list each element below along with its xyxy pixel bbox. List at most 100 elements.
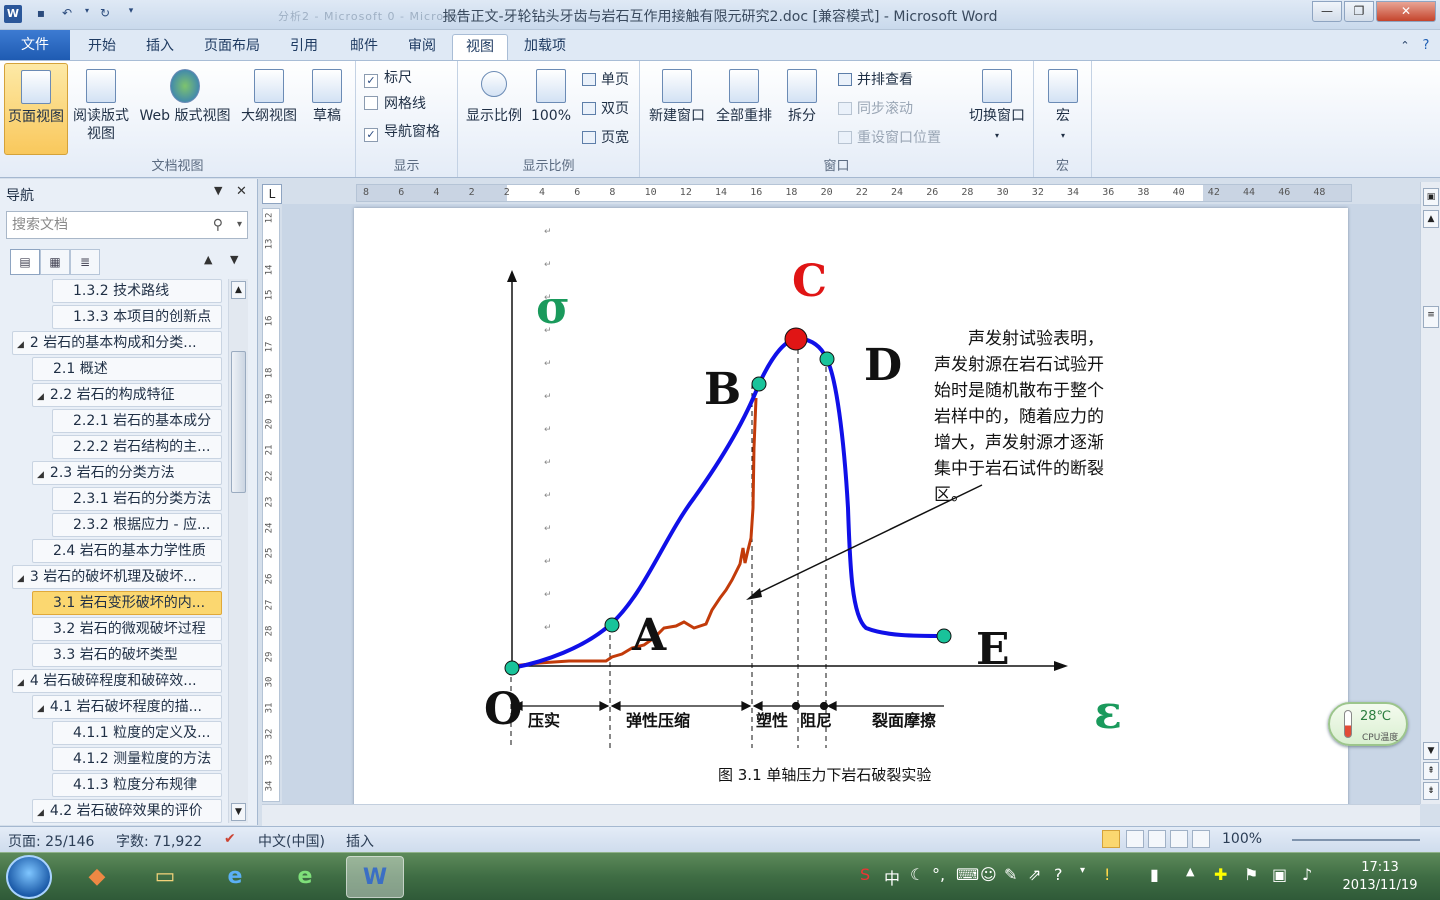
horizontal-ruler[interactable]: 8 6 4 2 2 4 6 8 10 12 14 16 18 20 22 24 26 28 30 32 34 36 38 40… bbox=[262, 182, 1422, 204]
proofing-icon[interactable]: ✔ bbox=[224, 831, 236, 847]
expand-triangle-icon[interactable]: ◢ bbox=[17, 678, 24, 688]
document-area[interactable]: ↵ ↵ ↵ ↵ ↵ ↵ ↵ ↵ ↵ ↵ ↵ ↵ ↵ σ ε O A B C D … bbox=[282, 204, 1420, 804]
tab-insert[interactable]: 插入 bbox=[134, 34, 186, 60]
two-pages-button[interactable]: 双页 bbox=[582, 98, 629, 118]
help-icon[interactable]: ? bbox=[1416, 34, 1436, 60]
word-count[interactable]: 字数: 71,922 bbox=[116, 831, 202, 851]
document-scroll-thumb[interactable]: ≡ bbox=[1423, 306, 1439, 328]
network-icon[interactable]: ▣ bbox=[1272, 865, 1287, 884]
zoom-slider[interactable] bbox=[1292, 839, 1420, 841]
headings-tab-icon[interactable]: ▤ bbox=[10, 249, 40, 275]
expand-triangle-icon[interactable]: ◢ bbox=[37, 808, 44, 818]
document-horizontal-scrollbar[interactable] bbox=[262, 804, 1420, 826]
share-icon[interactable]: ⇗ bbox=[1028, 865, 1041, 884]
nav-heading-item[interactable]: ◢ 2.2 岩石的构成特征 bbox=[32, 383, 222, 407]
pages-tab-icon[interactable]: ▦ bbox=[40, 249, 70, 275]
user-icon[interactable]: ☺ bbox=[980, 865, 997, 884]
nav-scroll-down-icon[interactable]: ▼ bbox=[231, 803, 246, 821]
expand-triangle-icon[interactable]: ◢ bbox=[37, 470, 44, 480]
keyboard-icon[interactable]: ⌨ bbox=[956, 865, 979, 884]
show-hidden-icons[interactable]: ▲ bbox=[1186, 865, 1194, 878]
internet-explorer-icon[interactable]: e bbox=[206, 856, 264, 898]
taskbar-app-icon-1[interactable]: ◆ bbox=[68, 856, 126, 898]
nav-heading-item[interactable]: ◢ 2 岩石的基本构成和分类... bbox=[12, 331, 222, 355]
insert-mode[interactable]: 插入 bbox=[346, 831, 374, 851]
nav-heading-item[interactable]: 2.1 概述 bbox=[32, 357, 222, 381]
nav-heading-item[interactable]: 4.1.3 粒度分布规律 bbox=[52, 773, 222, 797]
close-button[interactable]: ✕ bbox=[1376, 1, 1436, 22]
minimize-ribbon-icon[interactable]: ⌃ bbox=[1396, 34, 1414, 60]
tools-icon[interactable]: ✎ bbox=[1004, 865, 1017, 884]
draft-button[interactable]: 草稿 bbox=[304, 63, 350, 155]
nav-heading-item[interactable]: 1.3.3 本项目的创新点 bbox=[52, 305, 222, 329]
expand-triangle-icon[interactable]: ◢ bbox=[17, 574, 24, 584]
view-side-by-side-button[interactable]: 并排查看 bbox=[838, 69, 913, 89]
one-page-button[interactable]: 单页 bbox=[582, 69, 629, 89]
nav-heading-item[interactable]: ◢ 4 岩石破碎程度和破碎效... bbox=[12, 669, 222, 693]
view-ruler-icon[interactable]: ▣ bbox=[1423, 188, 1439, 206]
scroll-down-icon[interactable]: ▼ bbox=[1423, 742, 1439, 760]
ime-punct-icon[interactable]: °, bbox=[932, 865, 945, 884]
tab-file[interactable]: 文件 bbox=[0, 30, 70, 60]
nav-heading-item[interactable]: 1.3.2 技术路线 bbox=[52, 279, 222, 303]
document-vertical-scrollbar[interactable]: ▣ ▲ ≡ ▼ ⇞ ⇟ bbox=[1420, 182, 1440, 804]
outline-button[interactable]: 大纲视图 bbox=[236, 63, 302, 155]
ime-chinese-icon[interactable]: 中 bbox=[884, 865, 900, 889]
language-indicator[interactable]: 中文(中国) bbox=[258, 831, 325, 851]
nav-heading-item[interactable]: ◢ 3 岩石的破坏机理及破坏... bbox=[12, 565, 222, 589]
tab-review[interactable]: 审阅 bbox=[396, 34, 448, 60]
clock[interactable]: 17:13 2013/11/19 bbox=[1330, 859, 1430, 895]
warning-icon[interactable]: ! bbox=[1104, 865, 1110, 884]
tray-menu-icon[interactable]: ▾ bbox=[1080, 865, 1085, 876]
file-explorer-icon[interactable]: ▭ bbox=[136, 856, 194, 898]
nav-heading-item[interactable]: 2.4 岩石的基本力学性质 bbox=[32, 539, 222, 563]
tab-selector[interactable]: L bbox=[262, 184, 282, 204]
search-document-input[interactable]: 搜索文档 ⚲ ▾ bbox=[6, 211, 248, 239]
nav-pane-options-icon[interactable]: ▼ bbox=[214, 184, 222, 197]
zoom-button[interactable]: 显示比例 bbox=[462, 63, 526, 155]
reading-view-icon[interactable] bbox=[1126, 830, 1144, 848]
usb-icon[interactable]: ▮ bbox=[1150, 865, 1159, 884]
nav-heading-item[interactable]: 3.3 岩石的破坏类型 bbox=[32, 643, 222, 667]
next-page-icon[interactable]: ⇟ bbox=[1423, 782, 1439, 800]
nav-scrollbar[interactable]: ▲ ▼ bbox=[228, 279, 248, 823]
minimize-button[interactable]: — bbox=[1312, 1, 1342, 22]
search-dropdown-icon[interactable]: ▾ bbox=[237, 212, 242, 238]
outline-view-icon[interactable] bbox=[1170, 830, 1188, 848]
tab-home[interactable]: 开始 bbox=[76, 34, 128, 60]
add-icon[interactable]: ✚ bbox=[1214, 865, 1227, 884]
nav-heading-item[interactable]: ◢ 2.3 岩石的分类方法 bbox=[32, 461, 222, 485]
nav-scroll-thumb[interactable] bbox=[231, 351, 246, 493]
nav-heading-item[interactable]: 4.1.2 测量粒度的方法 bbox=[52, 747, 222, 771]
action-center-flag-icon[interactable]: ⚑ bbox=[1244, 865, 1258, 884]
expand-triangle-icon[interactable]: ◢ bbox=[37, 392, 44, 402]
nav-heading-item[interactable]: ◢ 4.2 岩石破碎效果的评价 bbox=[32, 799, 222, 823]
draft-view-icon[interactable] bbox=[1192, 830, 1210, 848]
ime-moon-icon[interactable]: ☾ bbox=[910, 865, 924, 884]
switch-windows-button[interactable]: 切换窗口 ▾ bbox=[964, 63, 1030, 155]
sync-scroll-button[interactable]: 同步滚动 bbox=[838, 98, 913, 118]
nav-heading-item[interactable]: 2.2.2 岩石结构的主... bbox=[52, 435, 222, 459]
macros-button[interactable]: 宏 ▾ bbox=[1040, 63, 1086, 155]
scroll-up-icon[interactable]: ▲ bbox=[1423, 210, 1439, 228]
nav-pane-checkbox[interactable]: ✓ 导航窗格 bbox=[364, 121, 440, 142]
full-screen-reading-button[interactable]: 阅读版式 视图 bbox=[70, 63, 132, 155]
nav-heading-item[interactable]: 2.3.1 岩石的分类方法 bbox=[52, 487, 222, 511]
zoom-100-button[interactable]: 100% bbox=[528, 63, 574, 155]
document-page[interactable]: ↵ ↵ ↵ ↵ ↵ ↵ ↵ ↵ ↵ ↵ ↵ ↵ ↵ σ ε O A B C D … bbox=[354, 208, 1348, 804]
expand-triangle-icon[interactable]: ◢ bbox=[17, 340, 24, 350]
tab-references[interactable]: 引用 bbox=[278, 34, 330, 60]
nav-heading-item[interactable]: 2.2.1 岩石的基本成分 bbox=[52, 409, 222, 433]
browser-icon[interactable]: e bbox=[276, 856, 334, 898]
new-window-button[interactable]: 新建窗口 bbox=[644, 63, 710, 155]
results-tab-icon[interactable]: ≣ bbox=[70, 249, 100, 275]
page-width-button[interactable]: 页宽 bbox=[582, 127, 629, 147]
next-heading-icon[interactable]: ▼ bbox=[230, 253, 238, 266]
tab-page-layout[interactable]: 页面布局 bbox=[194, 34, 270, 60]
zoom-level[interactable]: 100% bbox=[1222, 831, 1262, 847]
volume-icon[interactable]: ♪ bbox=[1302, 865, 1312, 884]
expand-triangle-icon[interactable]: ◢ bbox=[37, 704, 44, 714]
nav-heading-item[interactable]: 3.1 岩石变形破坏的内... bbox=[32, 591, 222, 615]
print-layout-view-icon[interactable] bbox=[1102, 830, 1120, 848]
nav-heading-item[interactable]: ◢ 4.1 岩石破坏程度的描... bbox=[32, 695, 222, 719]
